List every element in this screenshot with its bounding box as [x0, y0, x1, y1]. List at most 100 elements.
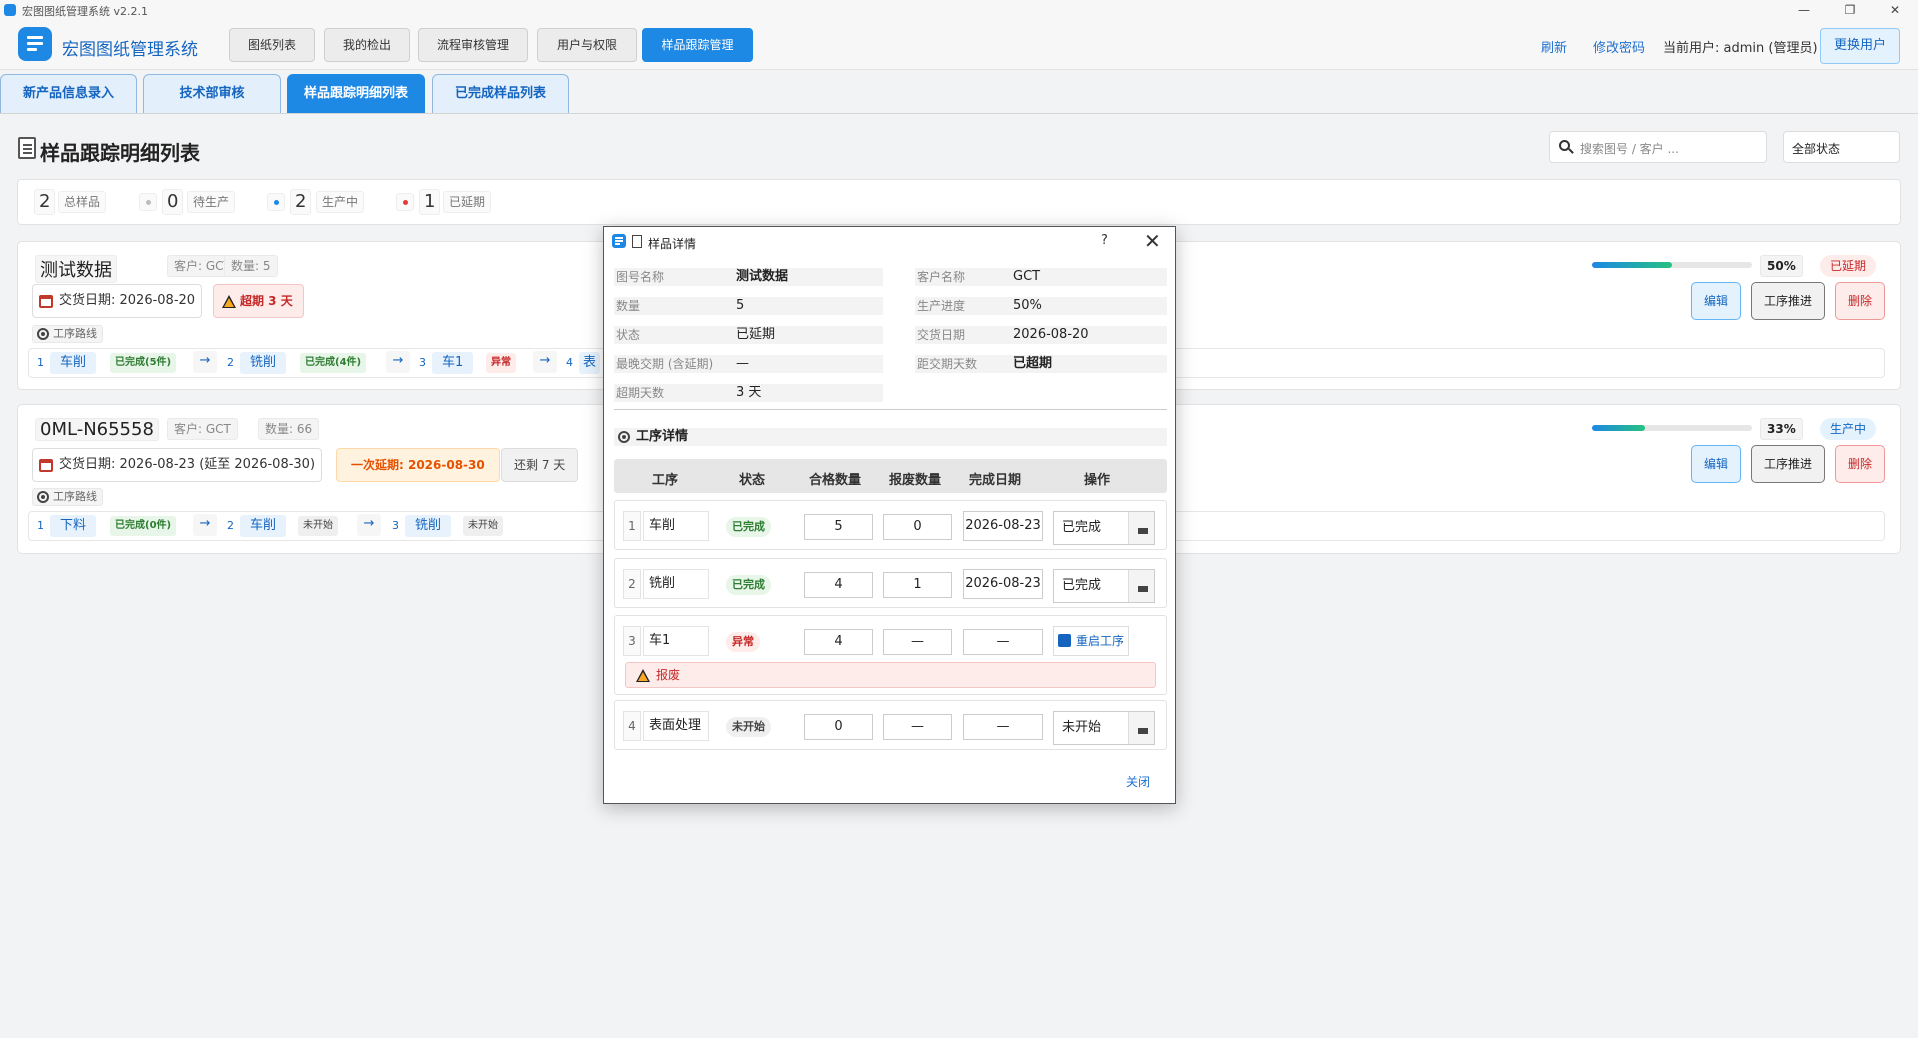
chevron-down-icon: [1128, 712, 1154, 744]
scrap-warning: 报废: [625, 662, 1156, 688]
route-step-status: 未开始: [463, 516, 503, 536]
column-header: 报废数量: [889, 473, 942, 488]
edit-button[interactable]: 编辑: [1691, 445, 1741, 483]
route-step-status: 已完成(5件): [110, 353, 177, 373]
field-value: 3 天: [731, 384, 883, 402]
tab-tech-review[interactable]: 技术部审核: [143, 74, 281, 113]
app-header: 宏图图纸管理系统 图纸列表 我的检出 流程审核管理 用户与权限 样品跟踪管理 刷…: [0, 20, 1918, 70]
advance-process-button[interactable]: 工序推进: [1751, 282, 1825, 320]
status-badge: 已延期: [1820, 255, 1877, 277]
process-row: 1 车削 已完成 5 0 2026-08-23 已完成: [614, 500, 1167, 550]
route-step-status: 未开始: [298, 516, 338, 536]
process-index: 3: [623, 626, 641, 656]
progress-bar: [1592, 262, 1752, 268]
search-input[interactable]: 搜索图号 / 客户 ...: [1549, 131, 1767, 163]
progress-fill: [1592, 262, 1672, 268]
document-icon: [632, 235, 642, 248]
process-index: 1: [623, 511, 641, 541]
divider: [614, 409, 1167, 410]
process-row: 2 铣削 已完成 4 1 2026-08-23 已完成: [614, 558, 1167, 608]
finish-date-input[interactable]: 2026-08-23: [963, 511, 1043, 541]
field-label: 最晚交期 (含延期): [614, 355, 731, 373]
close-window-button[interactable]: ✕: [1872, 0, 1918, 20]
nav-sample-tracking[interactable]: 样品跟踪管理: [642, 28, 753, 62]
field-label: 超期天数: [614, 384, 731, 402]
scrap-quantity-input[interactable]: —: [883, 629, 952, 655]
advance-process-button[interactable]: 工序推进: [1751, 445, 1825, 483]
good-quantity-input[interactable]: 0: [804, 714, 873, 740]
nav-users-permissions[interactable]: 用户与权限: [537, 28, 637, 62]
warning-icon: [636, 669, 650, 682]
process-row: 3 车1 异常 4 — — 重启工序 报废: [614, 615, 1167, 695]
route-step[interactable]: 车1: [432, 352, 474, 374]
nav-workflow-review[interactable]: 流程审核管理: [418, 28, 528, 62]
delivery-date-box: 交货日期: 2026-08-23 (延至 2026-08-30): [32, 448, 323, 482]
minimize-button[interactable]: —: [1781, 0, 1827, 20]
delete-button[interactable]: 删除: [1835, 445, 1885, 483]
switch-user-button[interactable]: 更换用户: [1820, 28, 1900, 64]
tab-sample-tracking-list[interactable]: 样品跟踪明细列表: [287, 74, 425, 113]
customer-chip: 客户: GCT: [167, 418, 238, 440]
column-header: 操作: [1084, 473, 1111, 488]
field-label: 数量: [614, 297, 731, 315]
good-quantity-input[interactable]: 5: [804, 514, 873, 540]
nav-my-checkouts[interactable]: 我的检出: [324, 28, 410, 62]
finish-date-input[interactable]: 2026-08-23: [963, 569, 1043, 599]
current-user-label: 当前用户: admin (管理员): [1663, 41, 1818, 56]
help-button[interactable]: ?: [1101, 233, 1108, 248]
field-value: —: [731, 355, 883, 373]
route-step[interactable]: 铣削: [405, 515, 452, 537]
progress-percent: 33%: [1760, 418, 1803, 440]
stat-delayed-label: 已延期: [443, 191, 492, 213]
warning-icon: [222, 295, 236, 308]
field-value: 已超期: [1008, 355, 1167, 373]
change-password-link[interactable]: 修改密码: [1593, 37, 1645, 56]
scrap-quantity-input[interactable]: 0: [883, 514, 952, 540]
nav-drawing-list[interactable]: 图纸列表: [229, 28, 315, 62]
route-step[interactable]: 表: [579, 352, 601, 374]
restart-process-button[interactable]: 重启工序: [1053, 626, 1129, 656]
finish-date-input[interactable]: —: [963, 629, 1043, 655]
arrow-right-icon: →: [357, 514, 381, 536]
field-value: 已延期: [731, 326, 883, 344]
refresh-link[interactable]: 刷新: [1541, 37, 1567, 56]
process-index: 4: [623, 711, 641, 741]
process-action-select[interactable]: 已完成: [1053, 569, 1155, 603]
page-title: 样品跟踪明细列表: [40, 141, 200, 165]
status-filter-select[interactable]: 全部状态: [1783, 131, 1900, 163]
finish-date-input[interactable]: —: [963, 714, 1043, 740]
tab-new-product-entry[interactable]: 新产品信息录入: [0, 74, 137, 113]
field-label: 状态: [614, 326, 731, 344]
restart-icon: [1058, 634, 1071, 647]
process-action-select[interactable]: 未开始: [1053, 711, 1155, 745]
chevron-down-icon: [1128, 570, 1154, 602]
dialog-close-button[interactable]: 关闭: [1126, 773, 1150, 790]
route-step-status: 异常: [486, 353, 516, 373]
route-step[interactable]: 下料: [50, 515, 97, 537]
remaining-days-badge: 还剩 7 天: [501, 448, 579, 482]
arrow-right-icon: →: [193, 514, 217, 536]
pending-dot-icon: [139, 193, 157, 211]
route-step-number: 2: [227, 519, 234, 532]
dialog-close-icon[interactable]: ✕: [1144, 229, 1161, 253]
sample-name: 0ML-N65558: [35, 418, 159, 441]
edit-button[interactable]: 编辑: [1691, 282, 1741, 320]
scrap-quantity-input[interactable]: —: [883, 714, 952, 740]
scrap-quantity-input[interactable]: 1: [883, 572, 952, 598]
arrow-right-icon: →: [193, 351, 217, 373]
good-quantity-input[interactable]: 4: [804, 629, 873, 655]
sample-name: 测试数据: [35, 255, 117, 283]
column-header: 合格数量: [809, 473, 862, 488]
good-quantity-input[interactable]: 4: [804, 572, 873, 598]
route-step[interactable]: 车削: [240, 515, 287, 537]
delivery-date-box: 交货日期: 2026-08-20: [32, 284, 203, 318]
process-name: 车1: [643, 626, 709, 656]
delete-button[interactable]: 删除: [1835, 282, 1885, 320]
progress-percent: 50%: [1760, 255, 1803, 277]
restore-button[interactable]: ❐: [1827, 0, 1873, 20]
calendar-icon: [39, 459, 53, 472]
tab-completed-samples[interactable]: 已完成样品列表: [432, 74, 569, 113]
process-action-select[interactable]: 已完成: [1053, 511, 1155, 545]
route-step[interactable]: 车削: [50, 352, 97, 374]
route-step[interactable]: 铣削: [240, 352, 287, 374]
